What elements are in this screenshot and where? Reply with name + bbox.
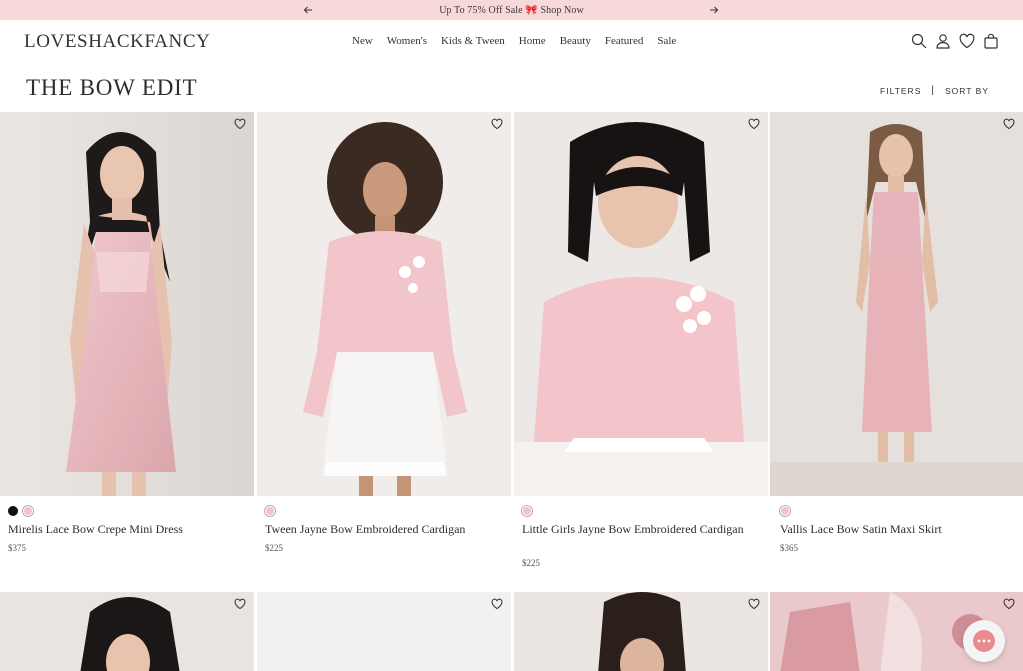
sort-by-button[interactable]: SORT BY bbox=[945, 86, 989, 96]
product-image[interactable] bbox=[0, 592, 254, 671]
page-title: THE BOW EDIT bbox=[26, 75, 198, 100]
chat-button[interactable] bbox=[963, 620, 1005, 662]
color-swatches bbox=[265, 506, 275, 516]
product-name[interactable]: Mirelis Lace Bow Crepe Mini Dress bbox=[8, 522, 238, 537]
wishlist-icon[interactable] bbox=[959, 33, 975, 49]
nav-item-sale[interactable]: Sale bbox=[657, 35, 676, 47]
announcement-text[interactable]: Up To 75% Off Sale 🎀 Shop Now bbox=[439, 5, 584, 16]
product-image[interactable] bbox=[770, 112, 1023, 496]
product-card[interactable] bbox=[514, 592, 768, 671]
product-price: $225 bbox=[522, 558, 540, 568]
announcement-bar: Up To 75% Off Sale 🎀 Shop Now bbox=[0, 0, 1023, 20]
nav-item-featured[interactable]: Featured bbox=[605, 35, 643, 47]
bag-icon[interactable] bbox=[983, 33, 999, 49]
product-image[interactable] bbox=[0, 112, 254, 496]
wishlist-heart-icon[interactable] bbox=[1003, 598, 1015, 610]
wishlist-heart-icon[interactable] bbox=[748, 118, 760, 130]
swatch-pink[interactable] bbox=[780, 506, 790, 516]
product-card[interactable] bbox=[0, 592, 254, 671]
nav-item-kids-tween[interactable]: Kids & Tween bbox=[441, 35, 505, 47]
header-icons bbox=[911, 33, 999, 49]
account-icon[interactable] bbox=[935, 33, 951, 49]
product-name[interactable]: Vallis Lace Bow Satin Maxi Skirt bbox=[780, 522, 1010, 537]
nav-item-beauty[interactable]: Beauty bbox=[560, 35, 591, 47]
filters-button[interactable]: FILTERS bbox=[880, 86, 921, 96]
color-swatches bbox=[780, 506, 790, 516]
color-swatches bbox=[8, 506, 33, 516]
product-image[interactable] bbox=[514, 592, 768, 671]
brand-logo[interactable]: LOVESHACKFANCY bbox=[24, 31, 210, 53]
product-image[interactable] bbox=[257, 112, 511, 496]
nav-item-new[interactable]: New bbox=[352, 35, 373, 47]
wishlist-heart-icon[interactable] bbox=[491, 598, 503, 610]
product-price: $365 bbox=[780, 543, 798, 553]
swatch-pink[interactable] bbox=[522, 506, 532, 516]
product-image[interactable] bbox=[257, 592, 511, 671]
product-price: $375 bbox=[8, 543, 26, 553]
product-image[interactable] bbox=[514, 112, 768, 496]
wishlist-heart-icon[interactable] bbox=[234, 118, 246, 130]
swatch-black[interactable] bbox=[8, 506, 18, 516]
arrow-right-icon[interactable] bbox=[706, 2, 722, 18]
chat-icon bbox=[973, 630, 995, 652]
wishlist-heart-icon[interactable] bbox=[748, 598, 760, 610]
search-icon[interactable] bbox=[911, 33, 927, 49]
nav-item-womens[interactable]: Women's bbox=[387, 35, 427, 47]
filter-sort-bar: FILTERS | SORT BY bbox=[880, 85, 989, 96]
color-swatches bbox=[522, 506, 532, 516]
nav-item-home[interactable]: Home bbox=[519, 35, 546, 47]
site-header: LOVESHACKFANCY New Women's Kids & Tween … bbox=[0, 20, 1023, 65]
product-name[interactable]: Little Girls Jayne Bow Embroidered Cardi… bbox=[522, 522, 752, 537]
arrow-left-icon[interactable] bbox=[300, 2, 316, 18]
swatch-pink[interactable] bbox=[265, 506, 275, 516]
wishlist-heart-icon[interactable] bbox=[1003, 118, 1015, 130]
main-nav: New Women's Kids & Tween Home Beauty Fea… bbox=[352, 35, 690, 47]
collection-header: THE BOW EDIT FILTERS | SORT BY bbox=[0, 65, 1023, 112]
swatch-pink[interactable] bbox=[23, 506, 33, 516]
product-name[interactable]: Tween Jayne Bow Embroidered Cardigan bbox=[265, 522, 495, 537]
wishlist-heart-icon[interactable] bbox=[234, 598, 246, 610]
product-card[interactable] bbox=[257, 592, 511, 671]
filter-sort-separator: | bbox=[931, 85, 935, 96]
wishlist-heart-icon[interactable] bbox=[491, 118, 503, 130]
product-price: $225 bbox=[265, 543, 283, 553]
